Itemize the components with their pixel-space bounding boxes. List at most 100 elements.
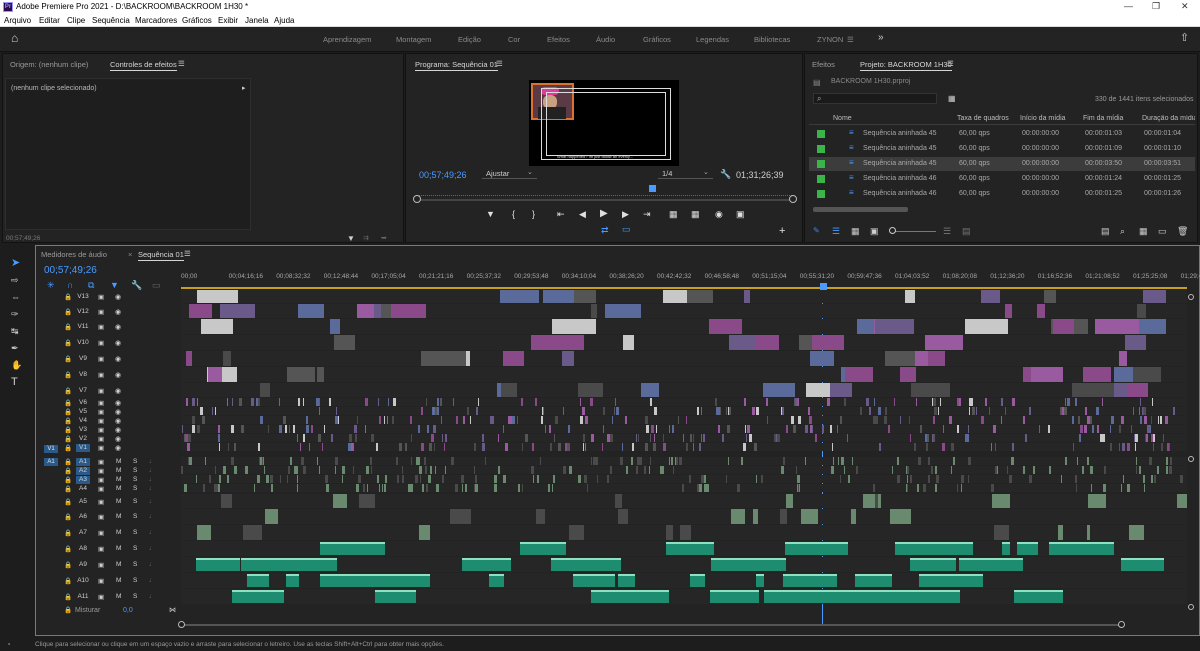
audio-clip[interactable] xyxy=(753,509,758,524)
audio-clip[interactable] xyxy=(626,466,628,474)
audio-clip[interactable] xyxy=(396,457,398,465)
track-label[interactable]: A6 xyxy=(76,513,90,521)
video-clip[interactable] xyxy=(545,425,546,433)
video-clip[interactable] xyxy=(482,434,484,442)
video-clip[interactable] xyxy=(197,425,200,433)
audio-clip[interactable] xyxy=(1087,457,1089,465)
video-clip[interactable] xyxy=(215,407,216,415)
audio-clip[interactable] xyxy=(968,475,969,483)
video-clip[interactable] xyxy=(421,351,466,366)
audio-clip[interactable] xyxy=(342,466,345,474)
video-preview[interactable]: What happened? Im just fallow an evenly.… xyxy=(529,80,679,166)
video-clip[interactable] xyxy=(1012,398,1015,406)
audio-clip[interactable] xyxy=(1170,457,1172,465)
video-clip[interactable] xyxy=(306,416,308,424)
video-track-lane[interactable] xyxy=(181,425,1187,433)
wrench-icon[interactable]: 🔧 xyxy=(720,169,731,179)
video-clip[interactable] xyxy=(746,434,747,442)
video-clip[interactable] xyxy=(1102,398,1103,406)
lock-icon[interactable]: 🔒 xyxy=(64,467,72,475)
video-clip[interactable] xyxy=(981,416,984,424)
video-clip[interactable] xyxy=(933,416,935,424)
audio-clip[interactable] xyxy=(620,457,622,465)
v-scroll-mid[interactable] xyxy=(1188,456,1194,462)
video-clip[interactable] xyxy=(429,443,432,451)
sort-icon[interactable]: ☰ xyxy=(943,226,951,236)
video-clip[interactable] xyxy=(722,434,724,442)
audio-clip[interactable] xyxy=(631,457,633,465)
sync-lock-icon[interactable]: ▣ xyxy=(98,485,104,493)
lock-icon[interactable]: 🔒 xyxy=(64,417,72,425)
program-scrub-bar[interactable] xyxy=(416,190,794,196)
audio-clip[interactable] xyxy=(861,574,892,587)
video-clip[interactable] xyxy=(1125,335,1146,350)
audio-clip[interactable] xyxy=(801,509,818,524)
video-clip[interactable] xyxy=(701,407,702,415)
audio-clip[interactable] xyxy=(366,466,369,474)
video-clip[interactable] xyxy=(910,434,911,442)
sync-lock-icon[interactable]: ▣ xyxy=(98,498,104,506)
video-clip[interactable] xyxy=(441,416,442,424)
audio-clip[interactable] xyxy=(569,525,584,540)
video-clip[interactable] xyxy=(582,407,585,415)
sync-lock-icon[interactable]: ▣ xyxy=(98,323,104,331)
track-label[interactable]: V3 xyxy=(76,426,90,434)
audio-clip[interactable] xyxy=(366,574,430,587)
audio-clip[interactable] xyxy=(435,466,436,474)
microphone-icon[interactable]: ♩ xyxy=(149,467,156,474)
audio-clip[interactable] xyxy=(741,457,743,465)
lock-icon[interactable]: 🔒 xyxy=(64,561,72,569)
microphone-icon[interactable]: ♩ xyxy=(149,458,156,465)
video-clip[interactable] xyxy=(558,443,561,451)
video-clip[interactable] xyxy=(878,407,881,415)
video-clip[interactable] xyxy=(646,425,649,433)
audio-clip[interactable] xyxy=(247,574,269,587)
audio-clip[interactable] xyxy=(925,484,926,492)
workspace-cor[interactable]: Cor xyxy=(508,35,520,44)
video-clip[interactable] xyxy=(888,425,890,433)
video-track-lane[interactable] xyxy=(181,407,1187,415)
video-clip[interactable] xyxy=(845,367,873,382)
audio-clip[interactable] xyxy=(219,475,221,483)
video-clip[interactable] xyxy=(371,434,374,442)
video-clip[interactable] xyxy=(410,416,412,424)
video-clip[interactable] xyxy=(298,304,324,318)
audio-clip[interactable] xyxy=(301,457,304,465)
audio-clip[interactable] xyxy=(333,494,347,508)
video-clip[interactable] xyxy=(641,383,659,397)
audio-clip[interactable] xyxy=(591,457,592,465)
video-clip[interactable] xyxy=(197,290,238,303)
video-clip[interactable] xyxy=(234,443,236,451)
video-clip[interactable] xyxy=(926,443,928,451)
audio-clip[interactable] xyxy=(676,457,678,465)
video-clip[interactable] xyxy=(786,425,788,433)
track-label[interactable]: A8 xyxy=(76,545,90,553)
video-clip[interactable] xyxy=(478,398,479,406)
video-clip[interactable] xyxy=(1012,443,1014,451)
video-clip[interactable] xyxy=(615,398,616,406)
video-clip[interactable] xyxy=(189,304,212,318)
video-clip[interactable] xyxy=(1095,319,1139,334)
audio-clip[interactable] xyxy=(382,484,383,492)
icon-view-icon[interactable]: ▦ xyxy=(851,226,860,236)
audio-clip[interactable] xyxy=(669,457,670,465)
video-clip[interactable] xyxy=(201,319,233,334)
video-clip[interactable] xyxy=(1075,398,1077,406)
video-clip[interactable] xyxy=(847,434,848,442)
audio-clip[interactable] xyxy=(579,558,621,571)
time-ruler[interactable]: 00;00 00;04;16;16 00;08;32;32 00;12;48;44 00… xyxy=(181,270,1200,289)
video-clip[interactable] xyxy=(965,434,967,442)
video-clip[interactable] xyxy=(812,425,813,433)
workspace-menu-icon[interactable]: ☰ xyxy=(847,35,854,44)
audio-clip[interactable] xyxy=(1139,466,1141,474)
video-clip[interactable] xyxy=(1037,304,1045,318)
audio-clip[interactable] xyxy=(232,590,280,603)
audio-clip[interactable] xyxy=(1123,475,1124,483)
video-clip[interactable] xyxy=(228,443,229,451)
video-clip[interactable] xyxy=(959,398,961,406)
video-clip[interactable] xyxy=(938,407,939,415)
video-clip[interactable] xyxy=(241,425,244,433)
audio-clip[interactable] xyxy=(533,475,534,483)
video-clip[interactable] xyxy=(498,434,499,442)
audio-clip[interactable] xyxy=(786,494,793,508)
